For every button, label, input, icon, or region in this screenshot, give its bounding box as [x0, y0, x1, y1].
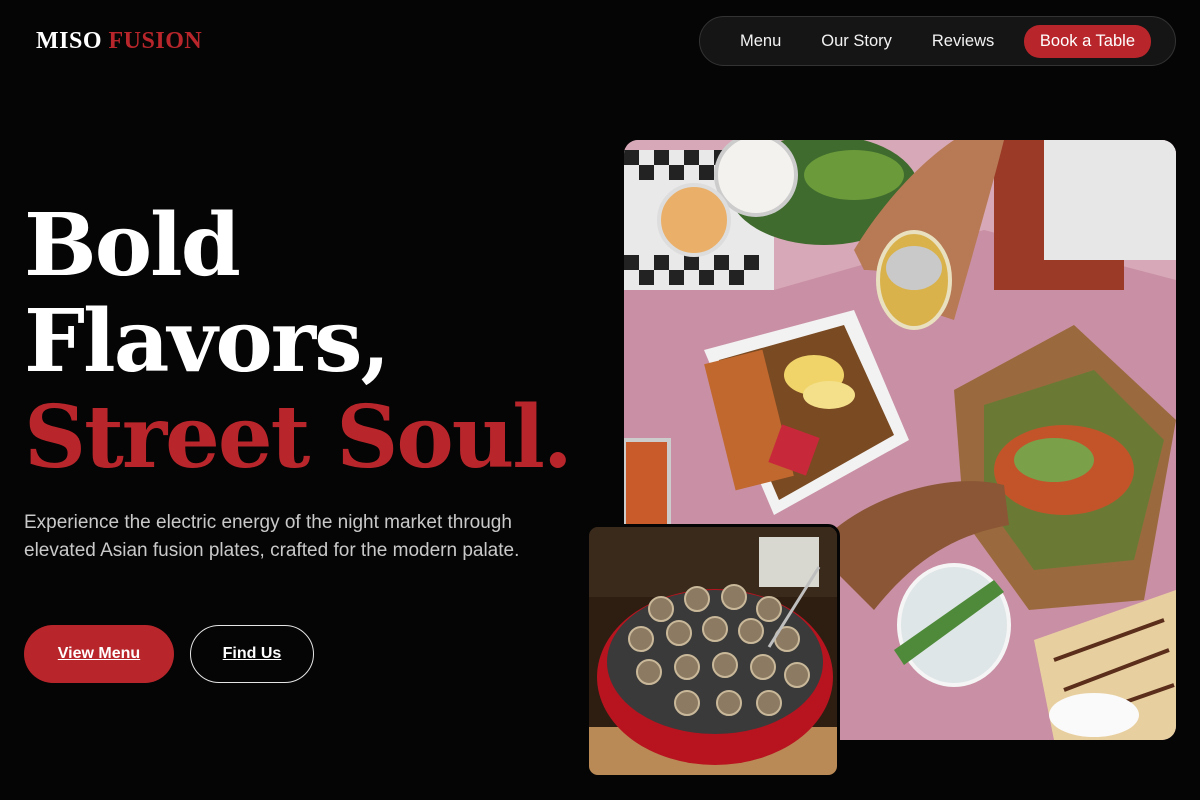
book-table-button[interactable]: Book a Table: [1023, 24, 1151, 58]
brand-name-part2: FUSION: [108, 28, 203, 54]
hero-headline: Bold Flavors, Street Soul.: [24, 195, 573, 488]
main-nav: Menu Our Story Reviews Book a Table: [699, 16, 1176, 66]
headline-line-3: Street Soul.: [24, 387, 573, 488]
nav-item-menu[interactable]: Menu: [740, 32, 781, 51]
brand-logo[interactable]: MISO FUSION: [36, 28, 202, 55]
view-menu-button[interactable]: View Menu: [24, 625, 174, 683]
brand-name-part1: MISO: [36, 28, 103, 54]
nav-item-our-story[interactable]: Our Story: [821, 32, 892, 51]
headline-line-1: Bold: [24, 195, 241, 296]
takoyaki-photo: [586, 524, 840, 778]
hero-description: Experience the electric energy of the ni…: [24, 512, 520, 561]
headline-line-2: Flavors,: [24, 291, 390, 392]
takoyaki-pan-illustration: [589, 527, 837, 775]
find-us-button[interactable]: Find Us: [190, 625, 314, 683]
nav-item-reviews[interactable]: Reviews: [932, 32, 994, 51]
